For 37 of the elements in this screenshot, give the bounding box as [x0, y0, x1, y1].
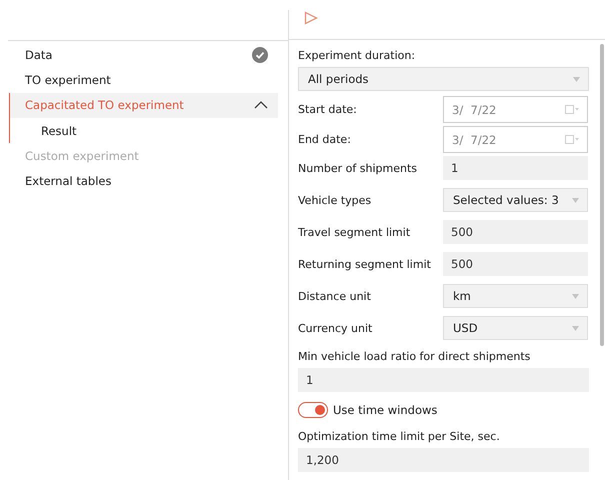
sidebar-item[interactable]: Data: [10, 42, 278, 68]
sidebar-item[interactable]: External tables: [10, 168, 278, 194]
date-field[interactable]: 3/ 7/22: [443, 96, 588, 123]
field-label: End date:: [298, 133, 352, 146]
date-field[interactable]: 3/ 7/22: [443, 126, 588, 153]
dropdown[interactable]: km: [443, 284, 588, 308]
dropdown-caret-icon: [572, 198, 579, 202]
field-label: Returning segment limit: [298, 258, 432, 270]
toggle-label: Use time windows: [333, 403, 438, 417]
sidebar-item[interactable]: Result: [10, 118, 278, 144]
field-label: Optimization time limit per Site, sec.: [298, 430, 501, 443]
input-field[interactable]: 1: [298, 368, 589, 392]
input-field[interactable]: 500: [443, 252, 588, 276]
dropdown[interactable]: Selected values: 3: [443, 188, 588, 212]
calendar-icon[interactable]: [565, 135, 579, 144]
input-field[interactable]: 1: [443, 156, 588, 180]
input-field[interactable]: 1,200: [298, 448, 589, 472]
field-label: Currency unit: [298, 322, 374, 334]
calendar-icon[interactable]: [565, 105, 579, 114]
sidebar-item[interactable]: TO experiment: [10, 67, 278, 93]
dropdown-caret-icon: [573, 76, 580, 82]
dropdown-caret-icon: [572, 294, 579, 298]
chevron-up-icon[interactable]: [254, 101, 268, 110]
dropdown-caret-icon: [572, 326, 579, 330]
field-label: Vehicle types: [298, 194, 372, 206]
dropdown[interactable]: All periods: [298, 67, 589, 91]
dropdown[interactable]: USD: [443, 316, 588, 340]
input-field[interactable]: 500: [443, 220, 588, 244]
field-label: Number of shipments: [298, 162, 418, 174]
run-icon[interactable]: [304, 10, 318, 24]
field-label: Distance unit: [298, 290, 372, 302]
field-label: Experiment duration:: [298, 49, 416, 62]
field-label: Min vehicle load ratio for direct shipments: [298, 350, 532, 363]
field-label: Start date:: [298, 103, 358, 116]
toggle-switch[interactable]: [298, 402, 328, 418]
scrollbar[interactable]: [600, 44, 604, 346]
field-label: Travel segment limit: [298, 226, 412, 238]
